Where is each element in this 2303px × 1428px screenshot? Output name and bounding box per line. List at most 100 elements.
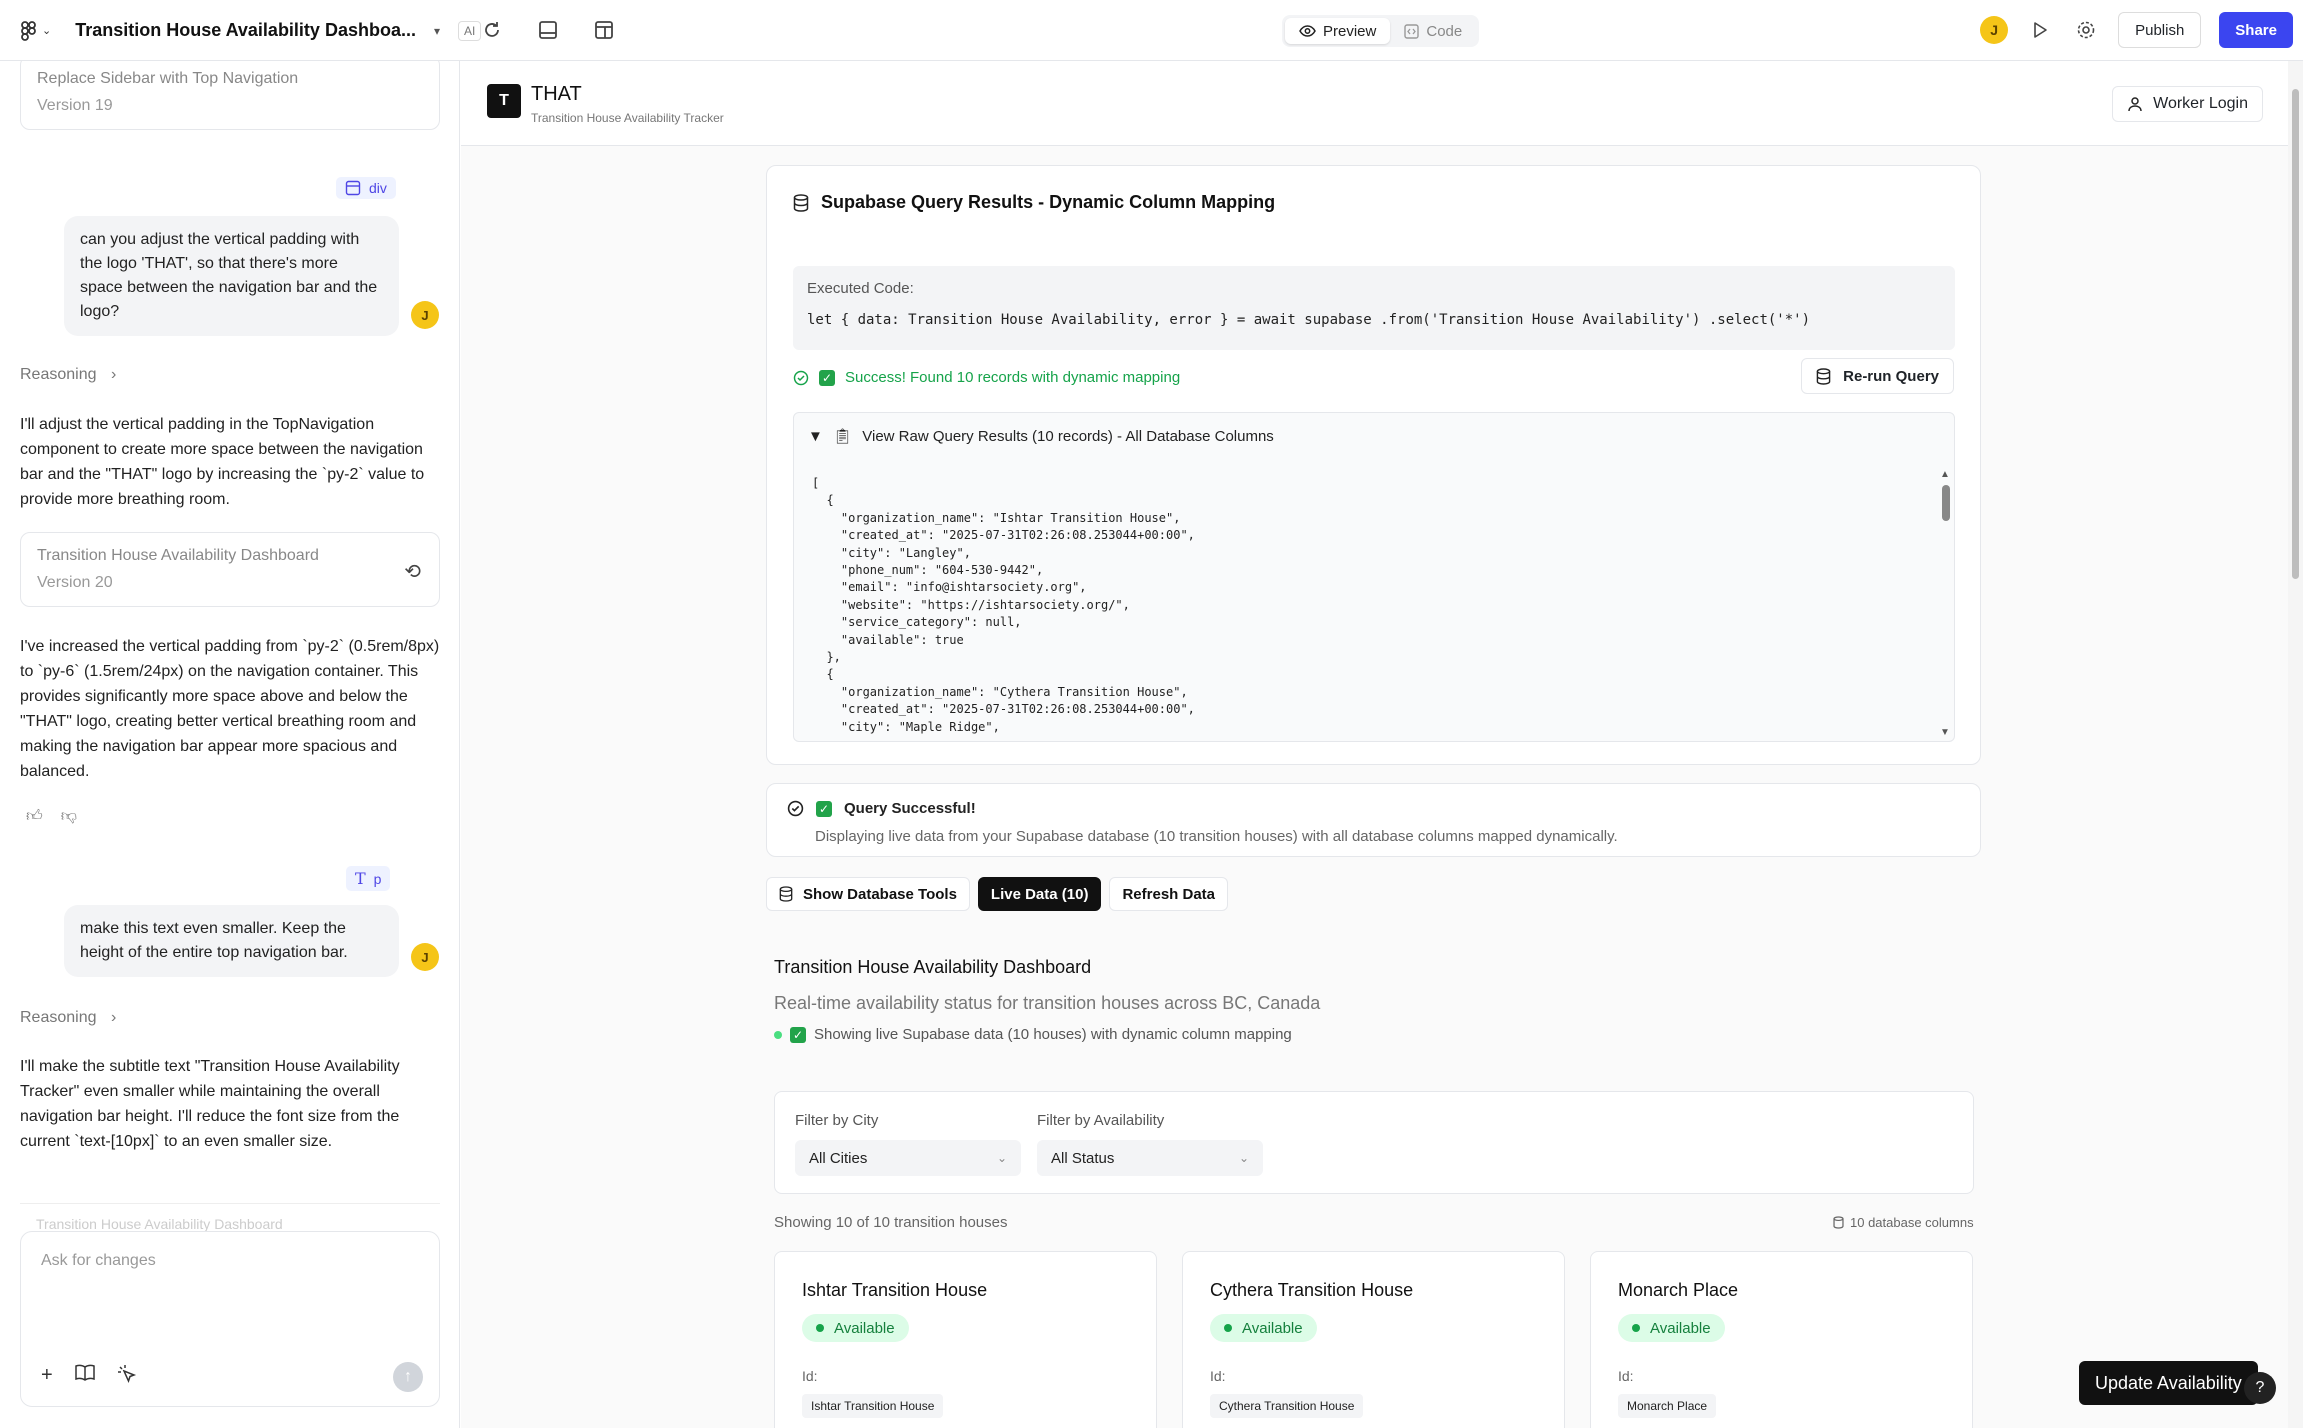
user-avatar: J — [411, 943, 439, 971]
version-number: Version 20 — [37, 574, 113, 591]
scroll-down-icon[interactable]: ▼ — [1940, 727, 1950, 738]
filter-city-value: All Cities — [809, 1149, 868, 1167]
version-card-19[interactable]: Replace Sidebar with Top Navigation Vers… — [20, 61, 440, 130]
live-data-button[interactable]: Live Data (10) — [977, 877, 1102, 911]
filter-availability-select[interactable]: All Status ⌄ — [1037, 1140, 1263, 1176]
live-data-text: Showing live Supabase data (10 houses) w… — [814, 1026, 1292, 1043]
rerun-query-button[interactable]: Re-run Query — [1801, 358, 1954, 394]
raw-results-scrollbar[interactable]: ▲ ▼ — [1938, 463, 1954, 741]
raw-results-summary[interactable]: ▼ 📋︎ View Raw Query Results (10 records)… — [808, 427, 1274, 445]
play-icon[interactable] — [2026, 16, 2054, 44]
element-tag-div[interactable]: div — [336, 177, 396, 199]
view-mode-toggle: Preview Code — [1282, 15, 1480, 47]
status-badge: Available — [802, 1314, 909, 1342]
preview-pane: T THAT Transition House Availability Tra… — [461, 61, 2303, 1428]
filter-city-select[interactable]: All Cities ⌄ — [795, 1140, 1021, 1176]
worker-login-button[interactable]: Worker Login — [2112, 86, 2263, 122]
status-badge-text: Available — [834, 1319, 895, 1337]
executed-code: let { data: Transition House Availabilit… — [807, 312, 1811, 328]
chevron-right-icon: › — [110, 366, 117, 383]
split-view-icon[interactable] — [590, 16, 618, 44]
raw-results-details: ▼ 📋︎ View Raw Query Results (10 records)… — [793, 412, 1955, 742]
status-badge-text: Available — [1242, 1319, 1303, 1337]
chat-panel: Replace Sidebar with Top Navigation Vers… — [0, 61, 460, 1428]
rerun-query-label: Re-run Query — [1843, 367, 1939, 385]
data-action-buttons: Show Database Tools Live Data (10) Refre… — [766, 877, 1229, 911]
share-button[interactable]: Share — [2219, 12, 2293, 48]
query-success-line: ✓ Success! Found 10 records with dynamic… — [793, 369, 1180, 386]
help-button[interactable]: ? — [2244, 1372, 2276, 1404]
app-title: THAT — [531, 83, 582, 105]
id-value: Cythera Transition House — [1210, 1394, 1364, 1418]
thumbs-down-icon[interactable]: 👎︎ — [61, 807, 77, 826]
version-card-20[interactable]: Transition House Availability Dashboard … — [20, 532, 440, 607]
plus-icon[interactable]: + — [41, 1364, 53, 1390]
executed-code-box: Executed Code: let { data: Transition Ho… — [793, 266, 1955, 350]
feedback-buttons: 👍︎ 👎︎ — [26, 807, 77, 826]
database-icon — [1816, 367, 1831, 385]
user-avatar: J — [411, 301, 439, 329]
raw-json: [ { "organization_name": "Ishtar Transit… — [812, 476, 1195, 734]
version-card-faded: Transition House Availability Dashboard — [20, 1203, 440, 1233]
status-dot-icon — [1632, 1324, 1640, 1332]
composer-input[interactable]: Ask for changes — [41, 1252, 156, 1270]
scroll-up-icon[interactable]: ▲ — [1940, 469, 1950, 480]
refresh-data-button[interactable]: Refresh Data — [1109, 877, 1229, 911]
results-count: Showing 10 of 10 transition houses — [774, 1214, 1008, 1231]
panel-layout-icon[interactable] — [534, 16, 562, 44]
user-message: can you adjust the vertical padding with… — [64, 216, 399, 336]
version-title: Transition House Availability Dashboard — [37, 547, 319, 564]
query-results-card: Supabase Query Results - Dynamic Column … — [766, 165, 1981, 765]
refresh-icon[interactable] — [478, 16, 506, 44]
query-title-text: Supabase Query Results - Dynamic Column … — [821, 192, 1276, 212]
show-database-tools-button[interactable]: Show Database Tools — [766, 877, 970, 911]
database-columns-text: 10 database columns — [1850, 1215, 1974, 1230]
reasoning-toggle[interactable]: Reasoning › — [20, 366, 116, 384]
project-title[interactable]: Transition House Availability Dashboa... — [75, 20, 416, 41]
element-tag-label: div — [369, 180, 387, 196]
workspace-menu[interactable]: ⌄ — [20, 20, 51, 41]
database-icon — [1833, 1216, 1844, 1229]
gear-icon[interactable] — [2072, 16, 2100, 44]
version-number: Version 19 — [37, 97, 113, 114]
chevron-down-icon[interactable]: ▾ — [434, 24, 440, 38]
send-button[interactable]: ↑ — [393, 1362, 423, 1392]
assistant-message: I've increased the vertical padding from… — [20, 638, 440, 780]
filter-availability-label: Filter by Availability — [1037, 1112, 1165, 1129]
success-text: Success! Found 10 records with dynamic m… — [845, 369, 1181, 386]
thumbs-up-icon[interactable]: 👍︎ — [26, 807, 43, 826]
house-card[interactable]: Monarch Place Available Id: Monarch Plac… — [1590, 1251, 1973, 1428]
live-data-indicator: ✓ Showing live Supabase data (10 houses)… — [774, 1026, 1292, 1043]
tab-code[interactable]: Code — [1390, 18, 1476, 44]
book-icon[interactable] — [74, 1364, 95, 1390]
status-dot-icon — [816, 1324, 824, 1332]
clipboard-icon: 📋︎ — [833, 428, 853, 445]
update-availability-button[interactable]: Update Availability — [2079, 1361, 2258, 1405]
filter-availability-value: All Status — [1051, 1149, 1115, 1167]
query-status-desc: Displaying live data from your Supabase … — [815, 828, 1618, 845]
composer-tools: + — [41, 1364, 137, 1390]
live-dot-icon — [774, 1030, 782, 1039]
id-value: Monarch Place — [1618, 1394, 1717, 1418]
tab-preview[interactable]: Preview — [1285, 18, 1391, 44]
scrollbar-thumb[interactable] — [1942, 485, 1950, 521]
editor-topbar: ⌄ Transition House Availability Dashboa.… — [0, 0, 2303, 61]
executed-code-label: Executed Code: — [807, 280, 914, 297]
user-avatar[interactable]: J — [1980, 16, 2009, 44]
house-card[interactable]: Cythera Transition House Available Id: C… — [1182, 1251, 1565, 1428]
reasoning-toggle[interactable]: Reasoning › — [20, 1009, 116, 1027]
id-value: Ishtar Transition House — [802, 1394, 944, 1418]
scrollbar-thumb[interactable] — [2292, 89, 2299, 579]
chat-composer[interactable]: Ask for changes + ↑ — [20, 1231, 440, 1407]
id-label: Id: — [802, 1368, 818, 1384]
select-element-icon[interactable] — [117, 1364, 137, 1390]
publish-button[interactable]: Publish — [2118, 12, 2202, 48]
undo-icon[interactable]: ⟲ — [404, 559, 421, 584]
app-logo[interactable]: T — [487, 84, 521, 118]
check-circle-icon — [787, 800, 804, 817]
preview-scrollbar[interactable] — [2288, 61, 2303, 1428]
database-columns-count: 10 database columns — [1833, 1215, 1974, 1230]
checkmark-emoji-icon: ✓ — [819, 369, 835, 386]
house-card[interactable]: Ishtar Transition House Available Id: Is… — [774, 1251, 1157, 1428]
element-tag-p[interactable]: T p — [346, 866, 391, 891]
